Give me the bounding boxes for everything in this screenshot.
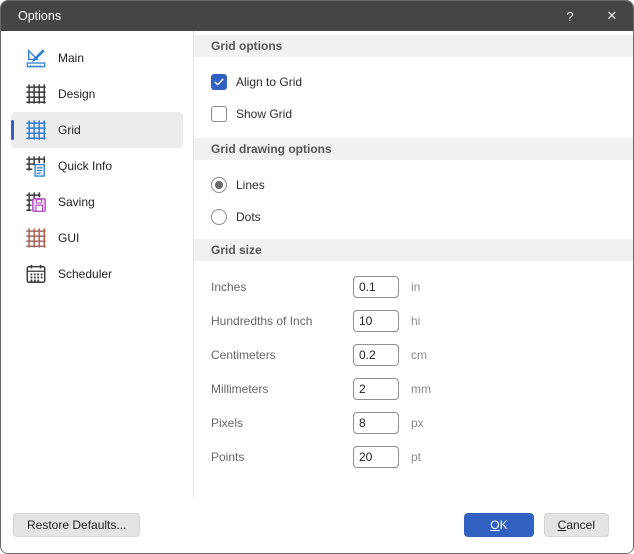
show-grid-checkbox[interactable] <box>211 106 227 122</box>
close-button[interactable]: ✕ <box>591 1 633 31</box>
restore-defaults-label: Restore Defaults... <box>27 518 126 532</box>
points-label: Points <box>211 450 353 464</box>
help-icon: ? <box>566 9 573 24</box>
pixels-input[interactable] <box>353 412 399 434</box>
sidebar-item-design[interactable]: Design <box>11 76 183 112</box>
selected-accent-bar <box>11 120 14 140</box>
checkmark-icon <box>213 76 225 88</box>
hundredths-label: Hundredths of Inch <box>211 314 353 328</box>
sidebar-item-scheduler[interactable]: Scheduler <box>11 256 183 292</box>
cancel-label: Cancel <box>558 518 595 532</box>
pixels-unit: px <box>411 416 424 430</box>
sidebar-item-label: Saving <box>58 195 95 209</box>
align-to-grid-row[interactable]: Align to Grid <box>194 73 633 90</box>
align-to-grid-label: Align to Grid <box>236 75 302 89</box>
points-row: Points pt <box>194 446 633 468</box>
restore-defaults-button[interactable]: Restore Defaults... <box>13 513 140 537</box>
dots-radio[interactable] <box>211 209 227 225</box>
sidebar-item-main[interactable]: Main <box>11 40 183 76</box>
grid-blue-icon <box>25 119 47 141</box>
centimeters-unit: cm <box>411 348 427 362</box>
dialog-body: Main Design <box>1 31 633 497</box>
settings-panel: Grid options Align to Grid Show Grid Gri… <box>194 31 633 497</box>
sidebar-item-saving[interactable]: Saving <box>11 184 183 220</box>
sidebar-item-label: Main <box>58 51 84 65</box>
inches-unit: in <box>411 280 420 294</box>
lines-radio[interactable] <box>211 177 227 193</box>
sidebar-item-grid[interactable]: Grid <box>11 112 183 148</box>
footer: Restore Defaults... OK Cancel <box>1 497 633 553</box>
hundredths-row: Hundredths of Inch hi <box>194 310 633 332</box>
titlebar-buttons: ? ✕ <box>549 1 633 31</box>
sidebar-item-label: Scheduler <box>58 267 112 281</box>
section-header-grid-drawing-options: Grid drawing options <box>194 138 633 160</box>
grid-save-icon <box>25 191 47 213</box>
dots-label: Dots <box>236 210 261 224</box>
sidebar: Main Design <box>1 31 194 497</box>
calendar-icon <box>25 263 47 285</box>
inches-label: Inches <box>211 280 353 294</box>
close-icon: ✕ <box>607 8 618 24</box>
lines-label: Lines <box>236 178 265 192</box>
sidebar-item-quick-info[interactable]: Quick Info <box>11 148 183 184</box>
section-header-grid-options: Grid options <box>194 35 633 57</box>
millimeters-unit: mm <box>411 382 431 396</box>
window-title: Options <box>1 9 61 23</box>
ok-label: OK <box>490 518 507 532</box>
cancel-button[interactable]: Cancel <box>544 513 609 537</box>
centimeters-label: Centimeters <box>211 348 353 362</box>
help-button[interactable]: ? <box>549 1 591 31</box>
hundredths-input[interactable] <box>353 310 399 332</box>
millimeters-label: Millimeters <box>211 382 353 396</box>
lines-radio-row[interactable]: Lines <box>194 176 633 193</box>
options-dialog: Options ? ✕ Main <box>0 0 634 554</box>
ok-button[interactable]: OK <box>464 513 533 537</box>
centimeters-row: Centimeters cm <box>194 344 633 366</box>
pixels-row: Pixels px <box>194 412 633 434</box>
sidebar-item-label: Quick Info <box>58 159 112 173</box>
sidebar-item-label: Design <box>58 87 95 101</box>
millimeters-row: Millimeters mm <box>194 378 633 400</box>
drafting-tools-icon <box>25 47 47 69</box>
inches-row: Inches in <box>194 276 633 298</box>
pixels-label: Pixels <box>211 416 353 430</box>
inches-input[interactable] <box>353 276 399 298</box>
points-input[interactable] <box>353 446 399 468</box>
section-header-grid-size: Grid size <box>194 239 633 261</box>
grid-dark-icon <box>25 83 47 105</box>
sidebar-item-label: Grid <box>58 123 81 137</box>
titlebar[interactable]: Options ? ✕ <box>1 1 633 31</box>
hundredths-unit: hi <box>411 314 420 328</box>
points-unit: pt <box>411 450 421 464</box>
show-grid-row[interactable]: Show Grid <box>194 105 633 122</box>
sidebar-item-label: GUI <box>58 231 79 245</box>
grid-red-icon <box>25 227 47 249</box>
dots-radio-row[interactable]: Dots <box>194 208 633 225</box>
show-grid-label: Show Grid <box>236 107 292 121</box>
grid-document-icon <box>25 155 47 177</box>
align-to-grid-checkbox[interactable] <box>211 74 227 90</box>
sidebar-item-gui[interactable]: GUI <box>11 220 183 256</box>
centimeters-input[interactable] <box>353 344 399 366</box>
millimeters-input[interactable] <box>353 378 399 400</box>
